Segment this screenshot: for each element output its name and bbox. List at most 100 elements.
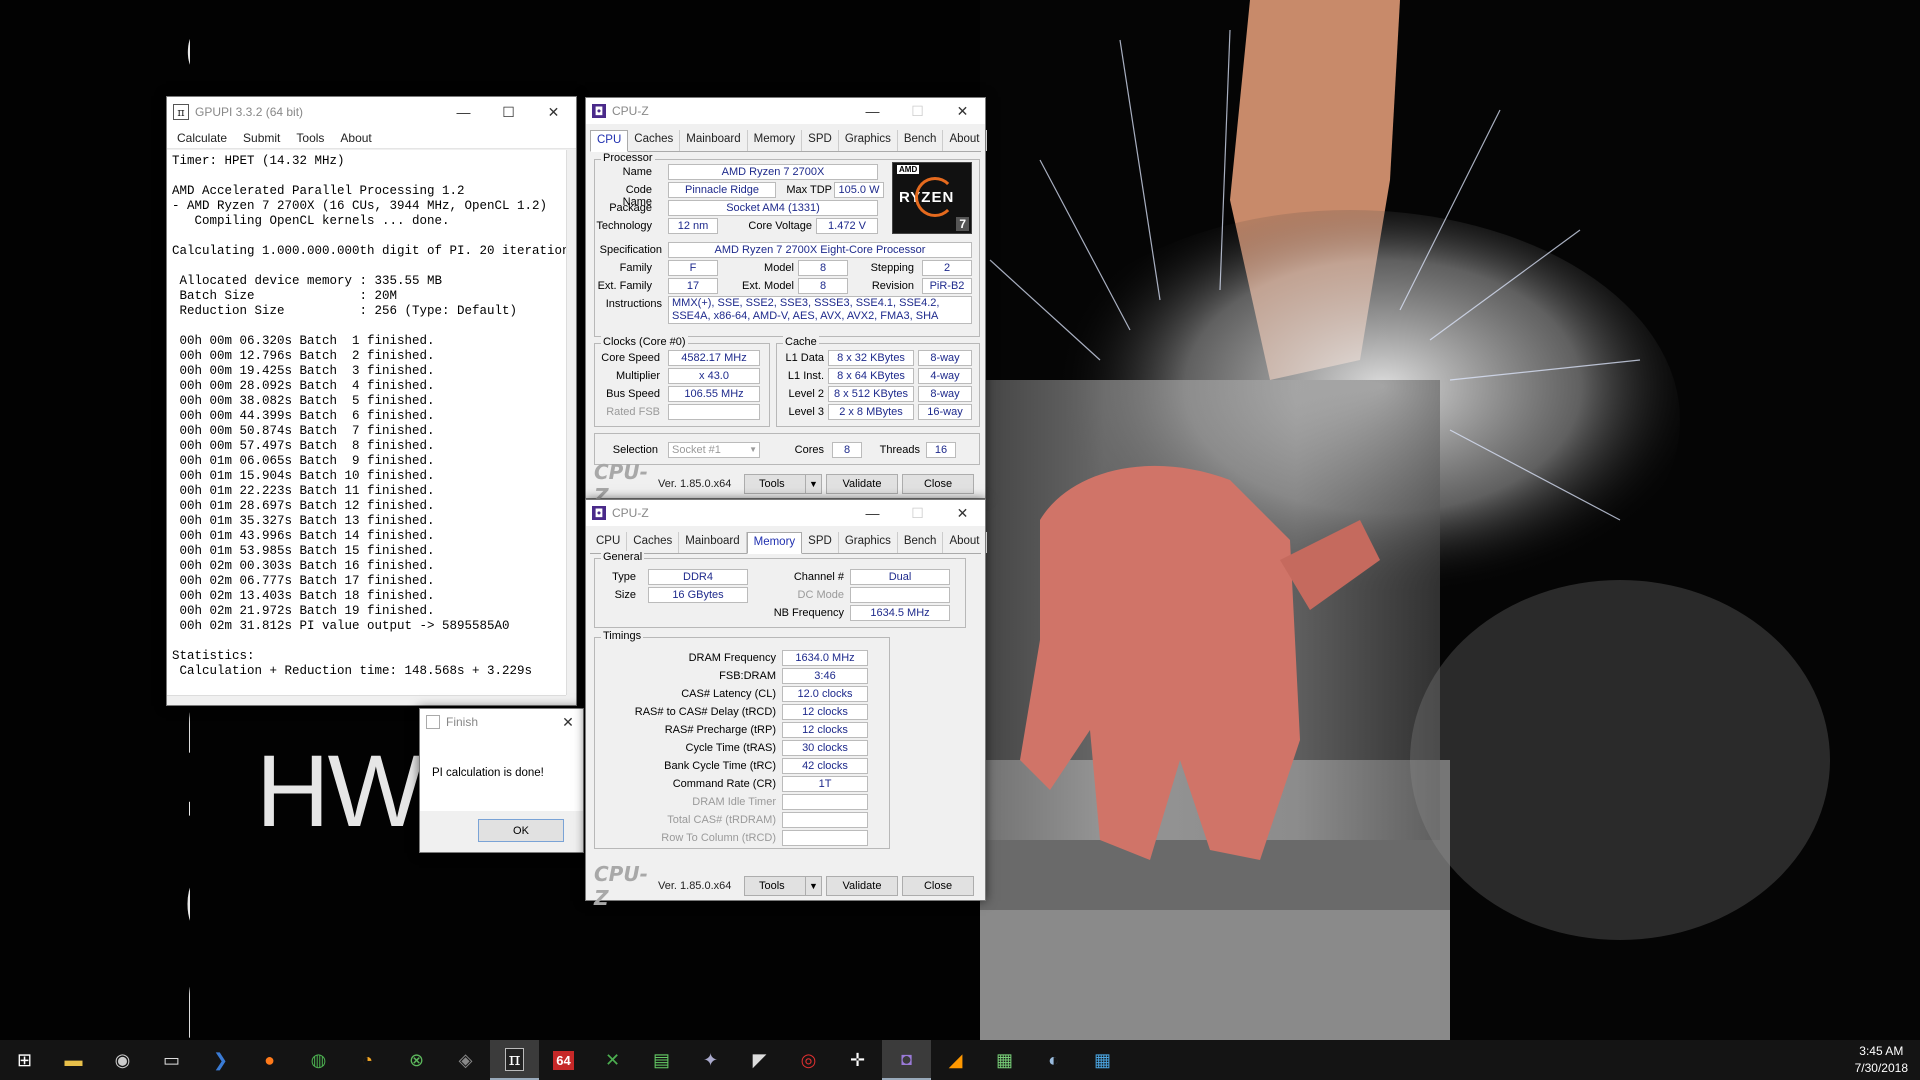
cpuz-logo: CPU-Z <box>594 862 648 910</box>
close-button[interactable]: Close <box>902 474 974 494</box>
green-app-icon[interactable]: ▦ <box>980 1040 1029 1080</box>
minimize-icon[interactable]: — <box>850 500 895 526</box>
tab-caches[interactable]: Caches <box>627 532 680 553</box>
menu-tools[interactable]: Tools <box>288 131 332 145</box>
threads-label: Threads <box>879 444 920 456</box>
cpuz-titlebar[interactable]: ◘ CPU-Z — ☐ ✕ <box>586 500 985 526</box>
socket-select[interactable]: Socket #1 ▼ <box>668 442 760 458</box>
ratedfsb-value <box>668 404 760 420</box>
cpuz-titlebar[interactable]: ◘ CPU-Z — ☐ ✕ <box>586 98 985 124</box>
sublime-icon[interactable]: ◢ <box>931 1040 980 1080</box>
powershell-icon[interactable]: ❯ <box>196 1040 245 1080</box>
minimize-icon[interactable]: — <box>850 98 895 124</box>
gpupi-title: GPUPI 3.3.2 (64 bit) <box>195 105 304 119</box>
horizontal-scrollbar[interactable] <box>167 695 566 705</box>
gpupi-icon[interactable]: π <box>490 1040 539 1080</box>
timing-value <box>782 830 868 846</box>
windows-start-icon[interactable]: ⊞ <box>0 1040 49 1080</box>
tab-bench[interactable]: Bench <box>898 130 944 151</box>
chrome-icon[interactable]: ◍ <box>294 1040 343 1080</box>
tab-cpu[interactable]: CPU <box>590 130 629 152</box>
tab-spd[interactable]: SPD <box>802 130 839 151</box>
tools-button[interactable]: Tools ▼ <box>744 474 822 494</box>
cpuz-cpu-window[interactable]: ◘ CPU-Z — ☐ ✕ CPU Caches Mainboard Memor… <box>585 97 987 508</box>
console-line: AMD Accelerated Parallel Processing 1.2 <box>172 184 465 198</box>
xbox-icon[interactable]: ⊗ <box>392 1040 441 1080</box>
maximize-icon[interactable]: ☐ <box>895 500 940 526</box>
tab-spd[interactable]: SPD <box>802 532 839 553</box>
validate-button[interactable]: Validate <box>826 474 898 494</box>
menu-submit[interactable]: Submit <box>235 131 288 145</box>
close-icon[interactable]: ✕ <box>553 709 583 735</box>
maximize-icon[interactable]: ☐ <box>895 98 940 124</box>
system-clock[interactable]: 3:45 AM 7/30/2018 <box>1855 1043 1908 1077</box>
threads-value: 16 <box>926 442 956 458</box>
close-icon[interactable]: ✕ <box>940 500 985 526</box>
gpupi-titlebar[interactable]: π GPUPI 3.3.2 (64 bit) — ☐ ✕ <box>167 97 576 127</box>
dcmode-label: DC Mode <box>797 589 844 601</box>
tab-about[interactable]: About <box>943 130 987 151</box>
memory-icon[interactable]: ▤ <box>637 1040 686 1080</box>
close-icon[interactable]: ✕ <box>531 97 576 127</box>
finish-dialog[interactable]: Finish ✕ PI calculation is done! OK <box>419 708 584 853</box>
tab-memory[interactable]: Memory <box>746 532 803 554</box>
calc-icon[interactable]: ▦ <box>1078 1040 1127 1080</box>
msi-dragon-icon[interactable]: ◎ <box>784 1040 833 1080</box>
tab-graphics[interactable]: Graphics <box>839 130 898 151</box>
raccoon-app-icon[interactable]: ◈ <box>441 1040 490 1080</box>
timing-value: 1634.0 MHz <box>782 650 868 666</box>
firefox-icon[interactable]: ● <box>245 1040 294 1080</box>
tab-about[interactable]: About <box>943 532 987 553</box>
timing-label: DRAM Idle Timer <box>692 796 776 808</box>
ok-button[interactable]: OK <box>478 819 564 842</box>
chevron-down-icon[interactable]: ▼ <box>805 475 821 493</box>
aida64-icon[interactable]: 64 <box>539 1040 588 1080</box>
spec-value: AMD Ryzen 7 2700X Eight-Core Processor <box>668 242 972 258</box>
wizard-icon[interactable]: ✦ <box>686 1040 735 1080</box>
close-button[interactable]: Close <box>902 876 974 896</box>
tab-memory[interactable]: Memory <box>748 130 803 151</box>
console-line: Timer: HPET (14.32 MHz) <box>172 154 345 168</box>
steam-icon[interactable]: ◐ <box>1029 1040 1078 1080</box>
gpupi-window[interactable]: π GPUPI 3.3.2 (64 bit) — ☐ ✕ Calculate S… <box>166 96 577 706</box>
desktop: ROAD TO PRO 2018 HW <box>0 0 1920 1040</box>
tab-graphics[interactable]: Graphics <box>839 532 898 553</box>
chevron-down-icon[interactable]: ▼ <box>805 877 821 895</box>
close-icon[interactable]: ✕ <box>940 98 985 124</box>
timing-value <box>782 794 868 810</box>
cpuz-memory-window[interactable]: ◘ CPU-Z — ☐ ✕ CPU Caches Mainboard Memor… <box>585 499 987 910</box>
tool-x-icon[interactable]: ✕ <box>588 1040 637 1080</box>
minimize-icon[interactable]: — <box>441 97 486 127</box>
finish-titlebar[interactable]: Finish ✕ <box>420 709 583 735</box>
corsair-icon[interactable]: ◤ <box>735 1040 784 1080</box>
validate-button[interactable]: Validate <box>826 876 898 896</box>
cpuz-icon[interactable]: ◘ <box>882 1040 931 1080</box>
file-explorer-icon[interactable]: ▬ <box>49 1040 98 1080</box>
menu-calculate[interactable]: Calculate <box>169 131 235 145</box>
revision-value: PiR-B2 <box>922 278 972 294</box>
maximize-icon[interactable]: ☐ <box>486 97 531 127</box>
console-line: 00h 00m 38.082s Batch 5 finished. <box>172 394 435 408</box>
tab-caches[interactable]: Caches <box>628 130 681 151</box>
clock-app-icon[interactable]: ◔ <box>343 1040 392 1080</box>
name-label: Name <box>622 166 652 178</box>
tools-button[interactable]: Tools ▼ <box>744 876 822 896</box>
wallpaper-side: ROAD TO PRO 2018 <box>0 0 190 1040</box>
cores-label: Cores <box>794 444 824 456</box>
tab-bench[interactable]: Bench <box>898 532 944 553</box>
gpu-tool-icon[interactable]: ◉ <box>98 1040 147 1080</box>
l1inst-ways: 4-way <box>918 368 972 384</box>
gpupi-console-output[interactable]: Timer: HPET (14.32 MHz) AMD Accelerated P… <box>167 150 566 695</box>
vertical-scrollbar[interactable] <box>566 150 576 695</box>
console-line: 00h 01m 28.697s Batch 12 finished. <box>172 499 435 513</box>
extfamily-label: Ext. Family <box>597 280 652 292</box>
tab-cpu[interactable]: CPU <box>590 532 628 553</box>
crosshair-icon[interactable]: ✛ <box>833 1040 882 1080</box>
terminal-icon[interactable]: ▭ <box>147 1040 196 1080</box>
nbfreq-label: NB Frequency <box>773 607 844 619</box>
tab-mainboard[interactable]: Mainboard <box>680 130 748 151</box>
menu-about[interactable]: About <box>332 131 379 145</box>
tab-mainboard[interactable]: Mainboard <box>679 532 747 553</box>
